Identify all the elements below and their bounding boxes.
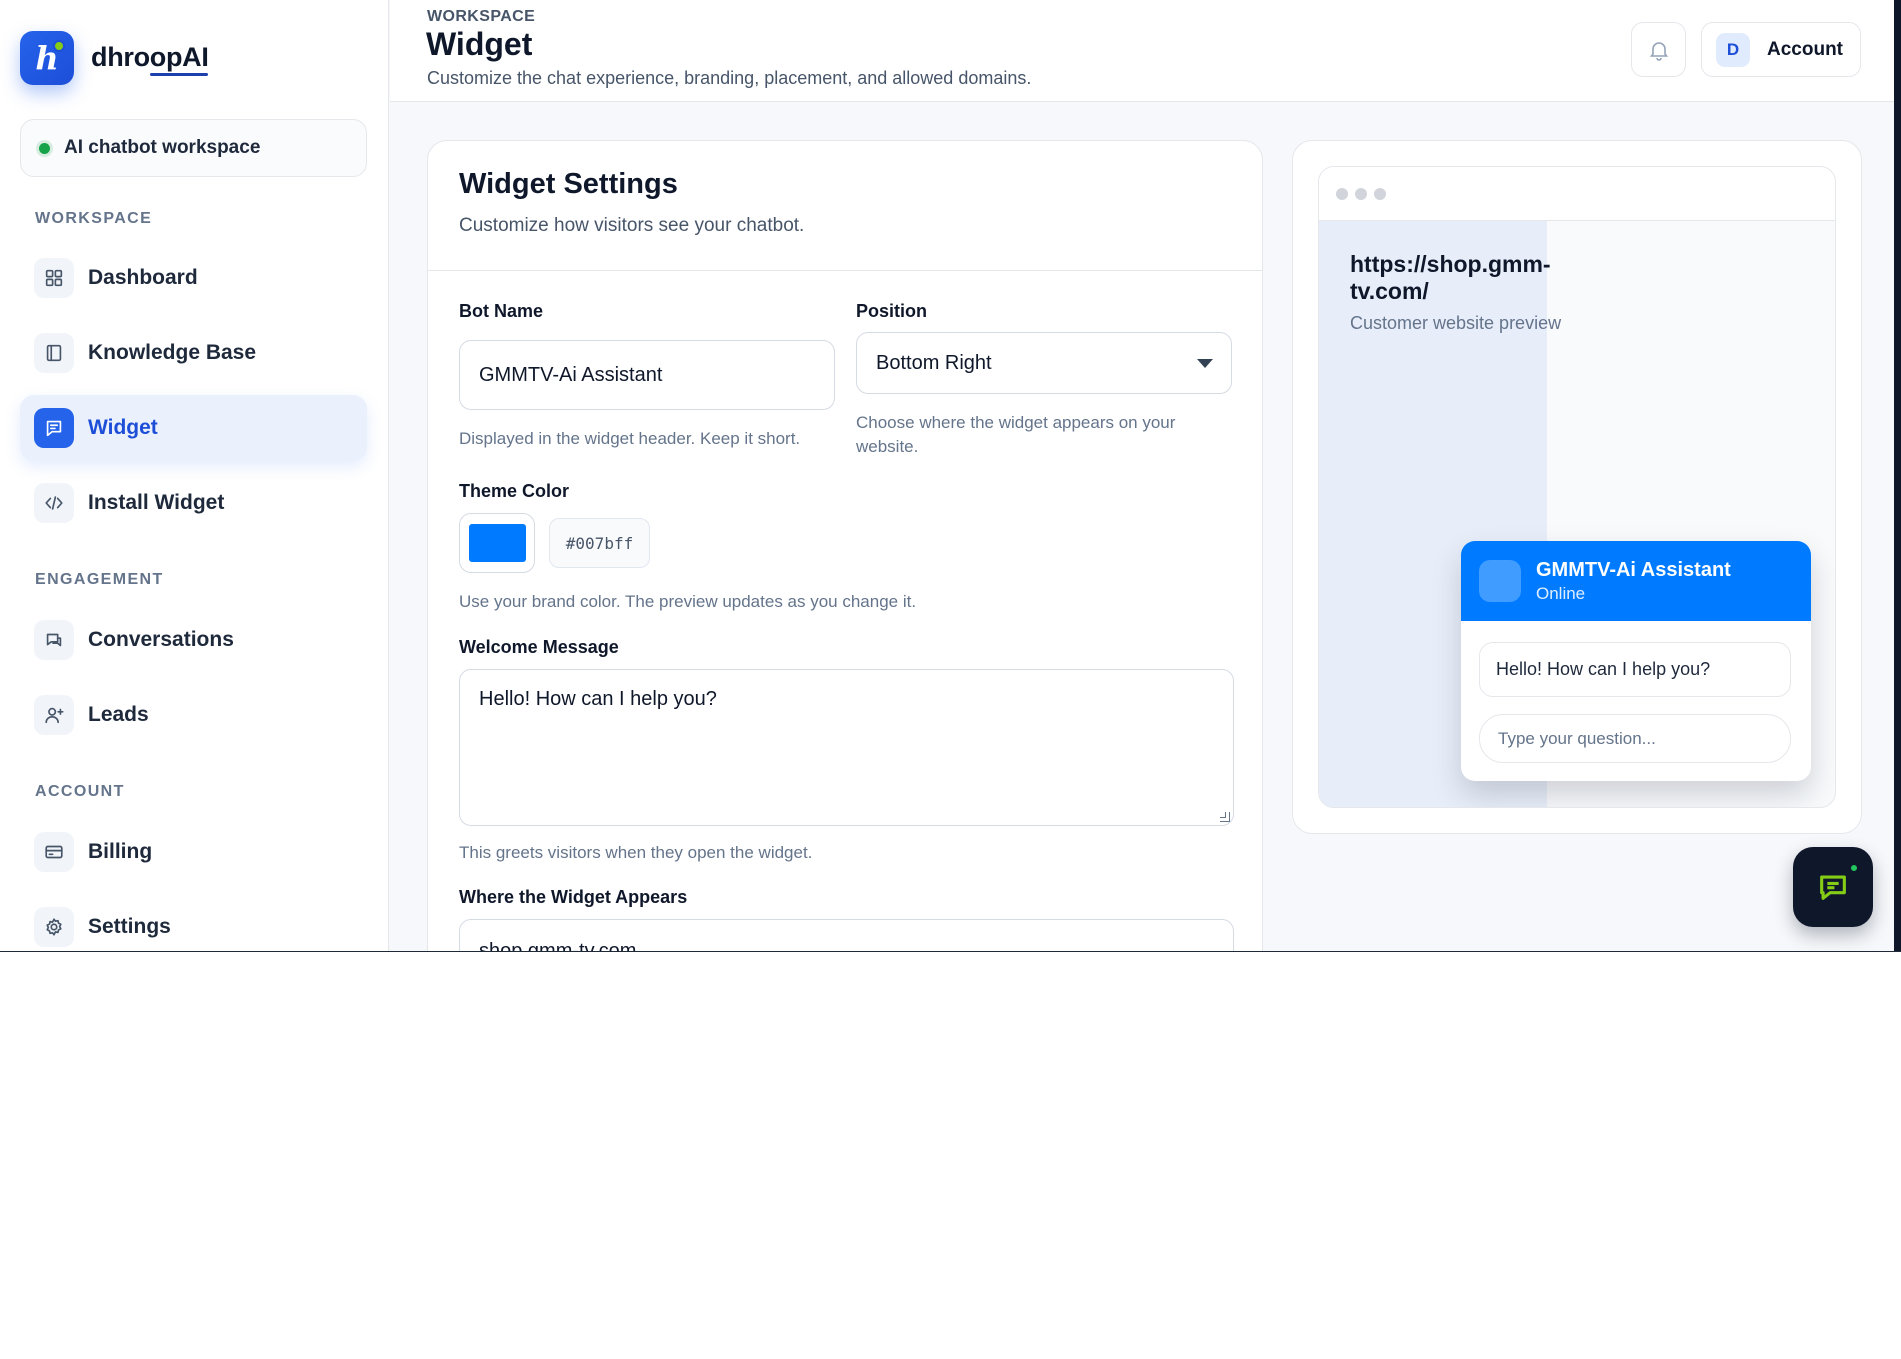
card-subtitle: Customize how visitors see your chatbot.	[459, 215, 805, 236]
card-icon	[34, 832, 74, 872]
window-dot	[1355, 187, 1367, 200]
brand-underline	[150, 73, 208, 76]
avatar: D	[1716, 32, 1750, 67]
notifications-button[interactable]	[1631, 22, 1686, 77]
sidebar-item-label: Knowledge Base	[88, 341, 257, 364]
section-label-account: ACCOUNT	[35, 783, 125, 800]
bot-name-label: Bot Name	[459, 301, 544, 321]
widget-settings-card: Widget Settings Customize how visitors s…	[427, 140, 1263, 952]
grid-icon	[34, 258, 74, 298]
code-icon	[34, 483, 74, 523]
theme-color-hex[interactable]: #007bff	[549, 518, 650, 568]
theme-color-picker[interactable]	[459, 513, 535, 573]
position-label: Position	[856, 301, 927, 321]
chat-status: Online	[1536, 583, 1586, 603]
chat-avatar	[1479, 560, 1521, 602]
sidebar-item-label: Leads	[88, 703, 149, 726]
card-title: Widget Settings	[459, 168, 678, 200]
sidebar-item-knowledge-base[interactable]: Knowledge Base	[20, 320, 367, 386]
chevron-down-icon	[1197, 359, 1213, 368]
welcome-message-help: This greets visitors when they open the …	[459, 843, 813, 862]
window-dot	[1374, 187, 1386, 200]
brand-name: dhroopAI	[91, 42, 209, 72]
sidebar-item-conversations[interactable]: Conversations	[20, 607, 367, 673]
browser-preview: https://shop.gmm-tv.com/ Customer websit…	[1318, 166, 1836, 808]
chat-launcher-button[interactable]	[1793, 847, 1873, 927]
sidebar-item-label: Dashboard	[88, 266, 198, 289]
welcome-message-value: Hello! How can I help you?	[479, 688, 717, 710]
card-header: Widget Settings Customize how visitors s…	[428, 141, 1262, 271]
domains-input[interactable]: shop.gmm-tv.com	[459, 919, 1234, 952]
account-button[interactable]: D Account	[1701, 22, 1861, 77]
brand-logo[interactable]: h	[20, 31, 74, 85]
position-select[interactable]: Bottom Right	[856, 332, 1232, 394]
welcome-message-label: Welcome Message	[459, 637, 619, 657]
logo-dot	[53, 40, 65, 52]
workspace-status-dot	[39, 142, 50, 154]
conversation-icon	[34, 620, 74, 660]
position-value: Bottom Right	[876, 351, 992, 374]
page-subtitle: Customize the chat experience, branding,…	[427, 68, 1032, 88]
message-icon	[1820, 875, 1846, 900]
welcome-message-textarea[interactable]: Hello! How can I help you?	[459, 669, 1234, 826]
workspace-label: AI chatbot workspace	[64, 137, 261, 158]
sidebar-item-settings[interactable]: Settings	[20, 894, 367, 951]
theme-color-help: Use your brand color. The preview update…	[459, 592, 917, 611]
chat-bot-name: GMMTV-Ai Assistant	[1536, 558, 1731, 581]
book-icon	[34, 333, 74, 373]
bot-name-input[interactable]: GMMTV-Ai Assistant	[459, 340, 835, 410]
site-caption: Customer website preview	[1350, 313, 1562, 333]
widget-preview-card: https://shop.gmm-tv.com/ Customer websit…	[1292, 140, 1862, 834]
sidebar-item-label: Widget	[88, 416, 158, 439]
workspace-selector[interactable]: AI chatbot workspace	[20, 119, 367, 177]
bot-name-help: Displayed in the widget header. Keep it …	[459, 429, 801, 448]
sidebar-item-widget[interactable]: Widget	[20, 395, 367, 461]
section-label-engagement: ENGAGEMENT	[35, 571, 164, 588]
window-dot	[1336, 187, 1348, 200]
app-viewport: h dhroopAI AI chatbot workspace WORKSPAC…	[0, 0, 1901, 952]
sidebar: h dhroopAI AI chatbot workspace WORKSPAC…	[0, 0, 389, 951]
site-url: https://shop.gmm-tv.com/	[1350, 251, 1551, 304]
page-title: Widget	[426, 26, 533, 62]
window-edge	[1894, 0, 1901, 951]
domains-label: Where the Widget Appears	[459, 887, 688, 907]
section-label-workspace: WORKSPACE	[35, 210, 153, 227]
sidebar-item-billing[interactable]: Billing	[20, 819, 367, 885]
bell-icon	[1649, 41, 1668, 61]
browser-toolbar	[1319, 167, 1835, 221]
chat-header: GMMTV-Ai Assistant Online	[1461, 541, 1811, 621]
sidebar-item-label: Conversations	[88, 628, 234, 651]
sidebar-item-label: Billing	[88, 840, 153, 863]
breadcrumb: WORKSPACE	[427, 8, 536, 25]
chat-greeting-bubble: Hello! How can I help you?	[1479, 642, 1791, 697]
user-plus-icon	[34, 695, 74, 735]
account-label: Account	[1767, 38, 1843, 60]
sidebar-item-dashboard[interactable]: Dashboard	[20, 245, 367, 311]
gear-icon	[34, 907, 74, 947]
position-help: Choose where the widget appears on your …	[856, 413, 1176, 456]
chat-window-preview: GMMTV-Ai Assistant Online Hello! How can…	[1461, 541, 1811, 781]
top-bar: WORKSPACE Widget Customize the chat expe…	[390, 0, 1901, 102]
domains-value: shop.gmm-tv.com	[479, 940, 637, 952]
sidebar-item-label: Install Widget	[88, 491, 225, 514]
sidebar-item-label: Settings	[88, 915, 171, 938]
sidebar-item-leads[interactable]: Leads	[20, 682, 367, 748]
sidebar-item-install-widget[interactable]: Install Widget	[20, 470, 367, 536]
online-dot	[1849, 863, 1859, 873]
theme-color-label: Theme Color	[459, 481, 570, 501]
resize-handle[interactable]	[1220, 812, 1230, 822]
theme-color-swatch	[468, 524, 526, 562]
chat-input[interactable]: Type your question...	[1479, 714, 1791, 763]
chat-icon	[34, 408, 74, 448]
